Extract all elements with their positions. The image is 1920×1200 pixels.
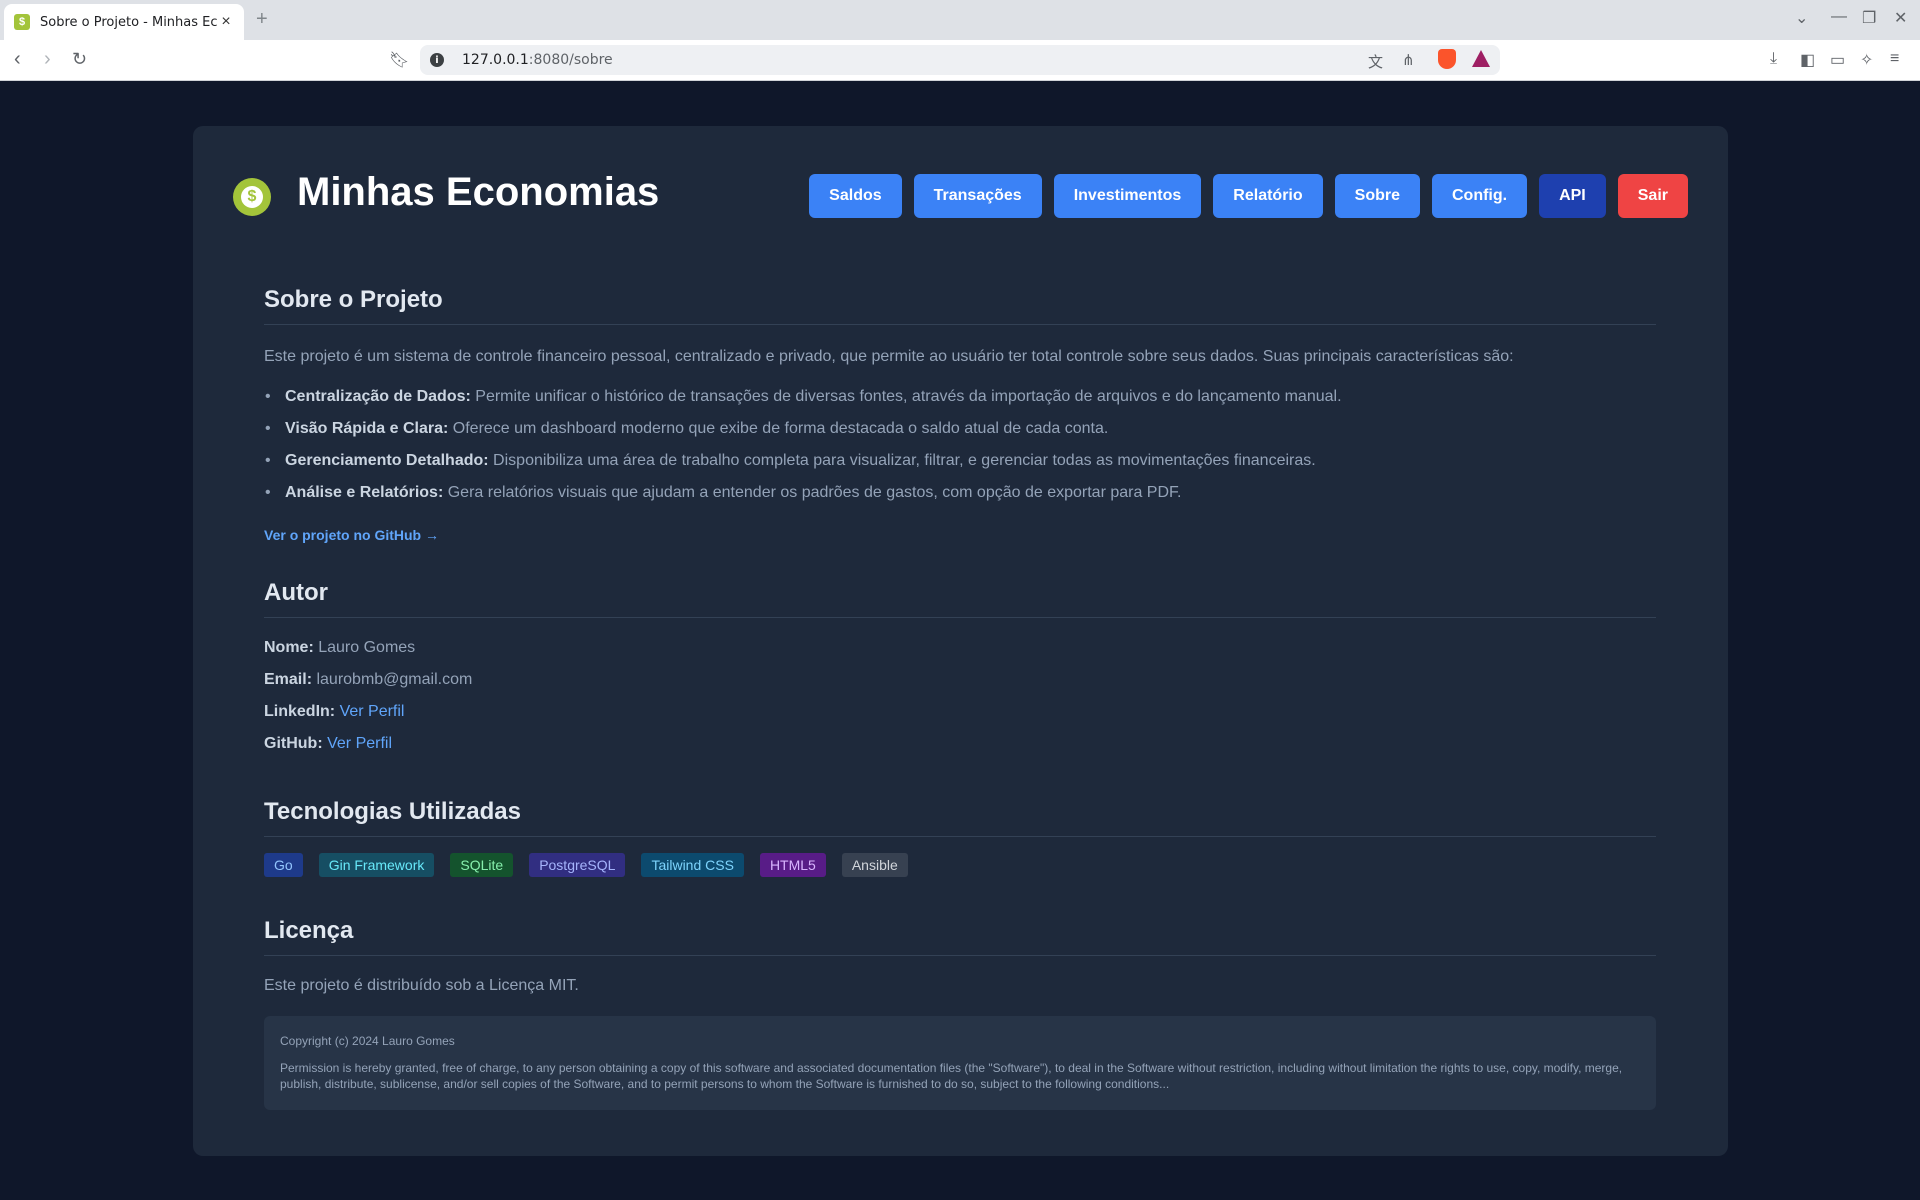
address-bar[interactable]: i 127.0.0.1:8080/sobre 文 ⋔ [420, 45, 1500, 75]
new-tab-icon[interactable]: + [256, 8, 268, 31]
author-heading: Autor [264, 579, 1656, 618]
window-close-icon[interactable]: ✕ [1894, 8, 1907, 28]
feature-title: Centralização de Dados: [285, 388, 471, 405]
about-heading: Sobre o Projeto [264, 286, 1656, 325]
sidebar-icon[interactable]: ◧ [1800, 50, 1815, 70]
author-linkedin-label: LinkedIn: [264, 703, 336, 720]
reload-icon[interactable]: ↻ [72, 49, 87, 70]
nav-relatorio-button[interactable]: Relatório [1213, 174, 1323, 218]
browser-toolbar: ‹ › ↻ 🔖︎ i 127.0.0.1:8080/sobre 文 ⋔ ⤓ ◧ … [0, 40, 1920, 81]
site-info-icon[interactable]: i [430, 53, 444, 67]
tech-badges: Go Gin Framework SQLite PostgreSQL Tailwind … [264, 853, 1656, 877]
logout-button[interactable]: Sair [1617, 174, 1688, 218]
brave-rewards-icon[interactable] [1472, 50, 1490, 67]
linkedin-profile-link[interactable]: Ver Perfil [340, 703, 405, 720]
content: Sobre o Projeto Este projeto é um sistem… [264, 286, 1656, 1110]
tab-title: Sobre o Projeto - Minhas Ec [40, 14, 218, 30]
feature-text: Oferece um dashboard moderno que exibe d… [448, 420, 1109, 437]
about-section: Sobre o Projeto Este projeto é um sistem… [264, 286, 1656, 545]
author-name-value: Lauro Gomes [313, 639, 416, 656]
author-section: Autor Nome: Lauro Gomes Email: laurobmb@… [264, 579, 1656, 756]
nav-api-button[interactable]: API [1539, 174, 1606, 218]
author-github-label: GitHub: [264, 735, 323, 752]
tech-badge: Tailwind CSS [641, 853, 744, 877]
tech-badge: Ansible [841, 853, 908, 877]
author-email-value: laurobmb@gmail.com [312, 671, 473, 688]
tech-heading: Tecnologias Utilizadas [264, 798, 1656, 837]
minimize-icon[interactable]: — [1831, 8, 1847, 26]
github-profile-link[interactable]: Ver Perfil [327, 735, 392, 752]
author-linkedin-row: LinkedIn: Ver Perfil [264, 700, 1656, 724]
main-card: $ Minhas Economias Saldos Transações Inv… [193, 126, 1728, 1156]
tech-badge: SQLite [450, 853, 514, 877]
feature-title: Visão Rápida e Clara: [285, 420, 449, 437]
feature-title: Gerenciamento Detalhado: [285, 452, 489, 469]
tech-badge: Go [264, 853, 303, 877]
dollar-icon: $ [241, 186, 263, 208]
main-nav: Saldos Transações Investimentos Relatóri… [809, 174, 1688, 218]
author-name-row: Nome: Lauro Gomes [264, 636, 1656, 660]
list-item: Gerenciamento Detalhado: Disponibiliza u… [265, 449, 1656, 473]
author-github-row: GitHub: Ver Perfil [264, 732, 1656, 756]
about-intro: Este projeto é um sistema de controle fi… [264, 348, 1514, 365]
feature-text: Permite unificar o histórico de transaçõ… [470, 388, 1342, 405]
license-body: Permission is hereby granted, free of ch… [280, 1061, 1623, 1091]
github-project-link[interactable]: Ver o projeto no GitHub → [264, 527, 439, 543]
browser-tab[interactable]: $ Sobre o Projeto - Minhas Ec × [4, 4, 244, 40]
license-heading: Licença [264, 917, 1656, 956]
feature-title: Análise e Relatórios: [285, 484, 444, 501]
app-title: Minhas Economias [297, 170, 660, 214]
feature-text: Gera relatórios visuais que ajudam a ent… [443, 484, 1182, 501]
list-item: Centralização de Dados: Permite unificar… [265, 385, 1656, 409]
nav-investimentos-button[interactable]: Investimentos [1053, 174, 1202, 218]
downloads-icon[interactable]: ⤓ [1770, 50, 1777, 68]
browser-tabbar: $ Sobre o Projeto - Minhas Ec × + ⌄ — ❐ … [0, 0, 1920, 40]
tech-badge: HTML5 [759, 853, 826, 877]
nav-saldos-button[interactable]: Saldos [809, 174, 902, 218]
tab-close-icon[interactable]: × [218, 13, 234, 31]
favicon-icon: $ [14, 14, 30, 30]
wallet-icon[interactable]: ▭ [1830, 50, 1845, 70]
menu-icon[interactable]: ≡ [1890, 50, 1899, 68]
forward-icon[interactable]: › [44, 48, 51, 71]
author-email-label: Email: [264, 671, 313, 688]
logo: $ [233, 178, 271, 216]
brave-shields-icon[interactable] [1438, 49, 1456, 69]
list-item: Visão Rápida e Clara: Oferece um dashboa… [265, 417, 1656, 441]
license-text: Este projeto é distribuído sob a Licença… [264, 977, 579, 994]
tab-list-chevron-icon[interactable]: ⌄ [1795, 8, 1808, 28]
author-email-row: Email: laurobmb@gmail.com [264, 668, 1656, 692]
author-name-label: Nome: [264, 639, 314, 656]
nav-config-button[interactable]: Config. [1431, 174, 1528, 218]
tech-section: Tecnologias Utilizadas Go Gin Framework SQ… [264, 798, 1656, 877]
list-item: Análise e Relatórios: Gera relatórios vi… [265, 481, 1656, 505]
license-section: Licença Este projeto é distribuído sob a… [264, 917, 1656, 1110]
back-icon[interactable]: ‹ [14, 48, 21, 71]
nav-sobre-button[interactable]: Sobre [1334, 174, 1420, 218]
bookmark-icon[interactable]: 🔖︎ [389, 50, 409, 70]
url-host: 127.0.0.1 [462, 52, 529, 68]
nav-transacoes-button[interactable]: Transações [913, 174, 1042, 218]
feature-text: Disponibiliza uma área de trabalho compl… [488, 452, 1316, 469]
feature-list: Centralização de Dados: Permite unificar… [264, 385, 1656, 505]
tech-badge: PostgreSQL [529, 853, 626, 877]
share-icon[interactable]: ⋔ [1402, 51, 1415, 69]
restore-icon[interactable]: ❐ [1862, 8, 1876, 28]
leo-ai-icon[interactable]: ✧ [1860, 50, 1873, 70]
translate-icon[interactable]: 文 [1368, 51, 1383, 72]
tech-badge: Gin Framework [318, 853, 435, 877]
license-copyright: Copyright (c) 2024 Lauro Gomes [280, 1034, 455, 1048]
license-box: Copyright (c) 2024 Lauro Gomes Permissio… [264, 1016, 1656, 1110]
url-path: :8080/sobre [528, 52, 613, 68]
